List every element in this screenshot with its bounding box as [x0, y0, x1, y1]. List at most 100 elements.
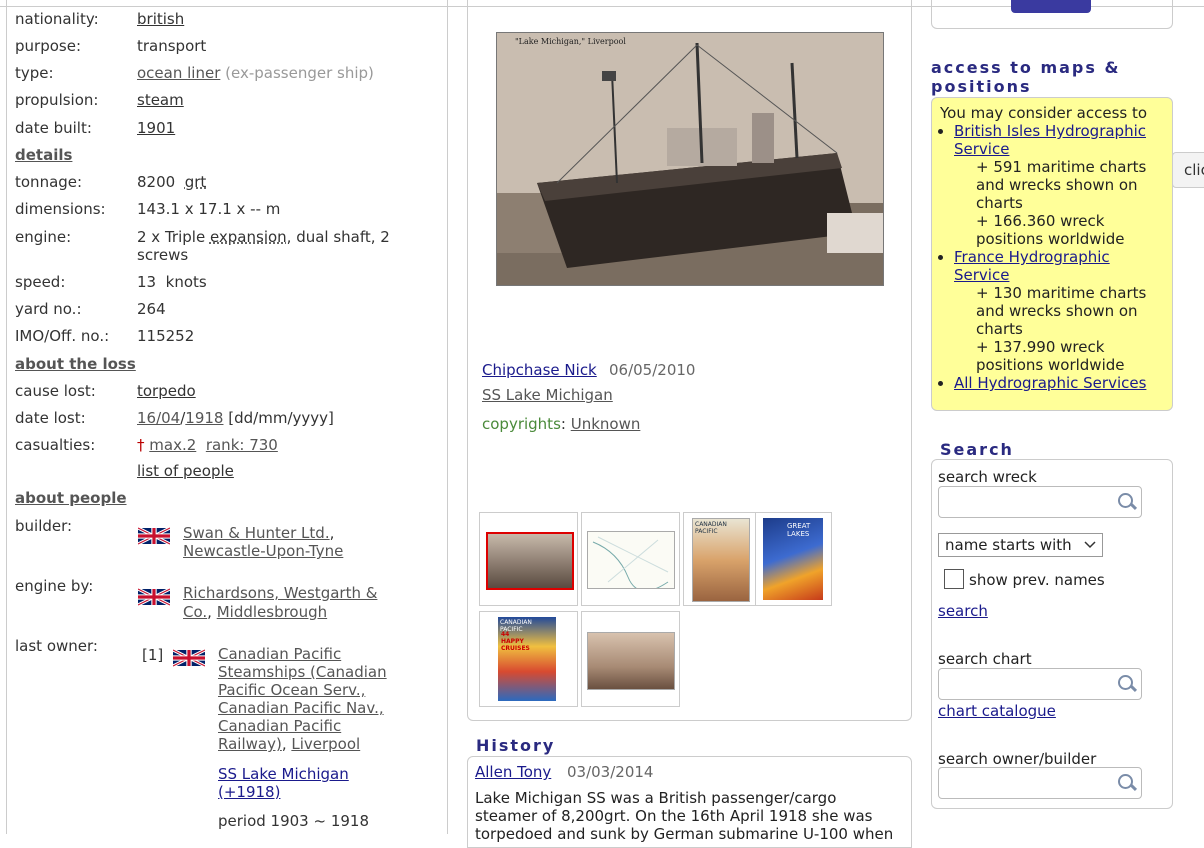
- top-widget-button[interactable]: [1011, 0, 1091, 13]
- about-loss-heading[interactable]: about the loss: [15, 355, 136, 373]
- cause-label: cause lost:: [15, 382, 96, 400]
- engine-by-sep: ,: [207, 603, 217, 621]
- dimensions-label: dimensions:: [15, 200, 106, 218]
- date-lost-day-link[interactable]: 16/04: [137, 409, 180, 427]
- yard-value: 264: [137, 300, 166, 318]
- builder-place-link[interactable]: Newcastle-Upon-Tyne: [183, 542, 343, 560]
- cause-link[interactable]: torpedo: [137, 382, 196, 400]
- nationality-link[interactable]: british: [137, 10, 184, 28]
- search-chart-label: search chart: [938, 650, 1032, 668]
- thumbnail[interactable]: [581, 512, 680, 606]
- thumbnail[interactable]: CANADIAN PACIFIC 44 HAPPY CRUISES: [479, 611, 578, 707]
- owner-link-line[interactable]: Canadian Pacific: [218, 645, 341, 663]
- thumb-poster-title: GREAT LAKES: [787, 522, 811, 538]
- maps-service-list: British Isles Hydrographic Service + 591…: [940, 122, 1164, 392]
- tonnage-label: tonnage:: [15, 173, 83, 191]
- owner-link-line[interactable]: Railway): [218, 735, 282, 753]
- search-mode-select[interactable]: name starts with: [938, 533, 1103, 557]
- owner-place-link[interactable]: Liverpool: [291, 735, 360, 753]
- owner-sep: ,: [281, 735, 292, 753]
- history-heading: History: [476, 736, 556, 755]
- propulsion-link[interactable]: steam: [137, 91, 184, 109]
- thumbnail-image: [486, 532, 574, 590]
- search-icon[interactable]: [1118, 675, 1133, 690]
- france-service-link[interactable]: France Hydrographic Service: [954, 248, 1110, 284]
- history-line: Lake Michigan SS was a British passenger…: [475, 789, 837, 807]
- list-item: France Hydrographic Service + 130 mariti…: [954, 248, 1164, 374]
- history-line: steamer of 8,200grt. On the 16th April 1…: [475, 807, 873, 825]
- engine-label: engine:: [15, 228, 72, 246]
- prev-names-checkbox[interactable]: [944, 569, 964, 589]
- owner-link-line[interactable]: Steamships (Canadian: [218, 663, 387, 681]
- photo-title-link[interactable]: SS Lake Michigan: [482, 386, 613, 404]
- engine-builder-link-2[interactable]: Co.: [183, 603, 207, 621]
- uk-flag-icon: [138, 586, 170, 606]
- list-of-people-link[interactable]: list of people: [137, 462, 234, 480]
- expansion-link[interactable]: expansion: [210, 228, 287, 246]
- photo-author-link[interactable]: Chipchase Nick: [482, 361, 597, 379]
- rank-link[interactable]: rank: 730: [206, 436, 278, 454]
- engine-by-value: Richardsons, Westgarth & Co., Middlesbrou…: [183, 584, 377, 622]
- date-built-link[interactable]: 1901: [137, 119, 175, 137]
- copyright-link[interactable]: Unknown: [571, 415, 641, 433]
- chevron-down-icon: [1084, 541, 1096, 549]
- side-tab-button[interactable]: clic: [1172, 152, 1204, 188]
- builder-label: builder:: [15, 517, 73, 535]
- engine-by-label: engine by:: [15, 577, 94, 595]
- engine-builder-place-link[interactable]: Middlesbrough: [217, 603, 327, 621]
- engine-builder-link[interactable]: Richardsons, Westgarth &: [183, 584, 377, 602]
- maps-content: You may consider access to British Isles…: [932, 98, 1172, 392]
- chart-catalogue-link[interactable]: chart catalogue: [938, 702, 1056, 720]
- photo-date: 06/05/2010: [609, 361, 696, 379]
- thumbnail-poster-image: CANADIAN PACIFIC 44 HAPPY CRUISES: [498, 617, 556, 701]
- all-services-link[interactable]: All Hydrographic Services: [954, 374, 1146, 392]
- british-service-link[interactable]: British Isles Hydrographic Service: [954, 122, 1146, 158]
- owner-ship-link[interactable]: SS Lake Michigan (+1918): [218, 765, 349, 801]
- history-author-link[interactable]: Allen Tony: [475, 763, 551, 781]
- ship-photo[interactable]: "Lake Michigan," Liverpool: [496, 32, 884, 286]
- casualties-label: casualties:: [15, 436, 96, 454]
- cross-icon: †: [137, 436, 145, 454]
- thumbnail-image: [587, 632, 675, 690]
- owner-link-line[interactable]: Canadian Pacific Nav.,: [218, 699, 384, 717]
- search-icon[interactable]: [1118, 774, 1133, 789]
- search-chart-input[interactable]: [938, 668, 1142, 700]
- date-format: [dd/mm/yyyy]: [228, 409, 334, 427]
- owner-value: Canadian Pacific Steamships (Canadian Pa…: [218, 645, 428, 753]
- side-tab-label: clic: [1184, 161, 1204, 179]
- engine-value: 2 x Triple expansion, dual shaft, 2: [137, 228, 427, 246]
- engine-text-post: , dual shaft, 2: [286, 228, 390, 246]
- ship-year-link[interactable]: (+1918): [218, 783, 280, 801]
- thumb-poster-title: CANADIAN PACIFIC: [695, 521, 727, 535]
- france-positions: + 137.990 wreck positions worldwide: [976, 338, 1125, 374]
- search-wreck-label: search wreck: [938, 468, 1037, 486]
- search-link[interactable]: search: [938, 602, 988, 620]
- imo-label: IMO/Off. no.:: [15, 327, 110, 345]
- search-wreck-input[interactable]: [938, 486, 1142, 518]
- speed-value: 13 knots: [137, 273, 207, 291]
- tonnage-unit[interactable]: grt: [185, 173, 207, 191]
- purpose-value: transport: [137, 37, 207, 55]
- search-mode-value: name starts with: [945, 536, 1072, 554]
- owner-index: [1]: [142, 646, 164, 664]
- about-people-heading[interactable]: about people: [15, 489, 127, 507]
- copyright-line: copyrights: Unknown: [482, 415, 640, 433]
- date-lost-value: 16/04/1918 [dd/mm/yyyy]: [137, 409, 334, 427]
- search-owner-input[interactable]: [938, 767, 1142, 799]
- details-heading[interactable]: details: [15, 146, 72, 164]
- casualties-max-link[interactable]: max.2: [149, 436, 196, 454]
- type-link[interactable]: ocean liner: [137, 64, 220, 82]
- date-lost-year-link[interactable]: 1918: [185, 409, 223, 427]
- last-owner-label: last owner:: [15, 637, 98, 655]
- thumbnail-chart-image: [587, 531, 675, 592]
- ship-name-link[interactable]: SS Lake Michigan: [218, 765, 349, 783]
- owner-link-line[interactable]: Canadian Pacific: [218, 717, 341, 735]
- imo-value: 115252: [137, 327, 195, 345]
- owner-link-line[interactable]: Pacific Ocean Serv.,: [218, 681, 365, 699]
- thumbnail[interactable]: [479, 512, 578, 606]
- thumbnail[interactable]: GREAT LAKES: [755, 512, 832, 606]
- builder-name-link[interactable]: Swan & Hunter Ltd.: [183, 524, 330, 542]
- search-icon[interactable]: [1118, 493, 1133, 508]
- thumbnail[interactable]: [581, 611, 680, 707]
- prev-names-label: show prev. names: [969, 571, 1105, 589]
